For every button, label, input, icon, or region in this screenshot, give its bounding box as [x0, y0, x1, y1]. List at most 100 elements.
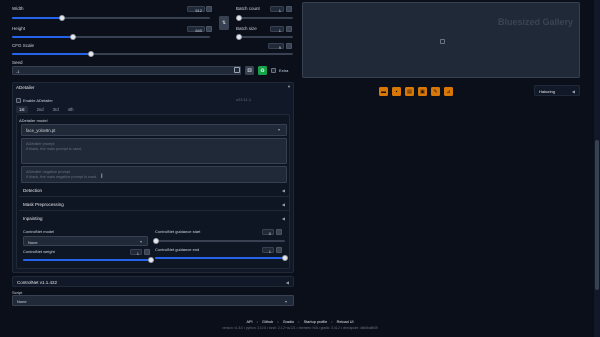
reuse-seed-button[interactable]: ♻ — [258, 66, 267, 75]
script-value: None — [17, 299, 27, 304]
send-to-img2img-button[interactable]: ▣ — [418, 87, 427, 96]
page-scrollbar[interactable] — [594, 0, 600, 337]
adetailer-title[interactable]: ADetailer — [16, 85, 35, 90]
adetailer-negative-prompt-field[interactable]: ADetailer negative prompt If blank, the … — [21, 166, 287, 183]
guidance-end-slider[interactable] — [155, 255, 288, 261]
controlnet-model-value: None — [28, 239, 38, 245]
footer-link-reload-ui[interactable]: Reload UI — [337, 320, 354, 324]
zip-button[interactable]: ▤ — [405, 87, 414, 96]
batch-count-slider-thumb[interactable] — [236, 15, 242, 21]
mask-preprocessing-accordion[interactable]: Mask Preprocessing ◀ — [19, 199, 289, 211]
batch-count-label: Batch count — [236, 6, 260, 11]
footer-link-api[interactable]: API — [246, 320, 252, 324]
inpainting-accordion[interactable]: Inpainting ◀ — [19, 213, 289, 225]
script-select[interactable]: None ▾ — [12, 295, 294, 306]
height-slider[interactable] — [12, 34, 210, 40]
guidance-start-number-input[interactable]: 0 — [262, 229, 274, 236]
recycle-seed-button[interactable]: ⚄ — [245, 66, 254, 75]
send-to-inpaint-button[interactable]: ✎ — [431, 87, 440, 96]
controlnet-weight-slider[interactable] — [23, 257, 154, 263]
batch-size-reset-button[interactable] — [286, 26, 292, 32]
width-slider[interactable] — [12, 15, 210, 21]
page-scrollbar-thumb[interactable] — [595, 140, 599, 290]
controlnet-weight-slider-fill — [23, 259, 151, 261]
cfg-scale-slider-thumb[interactable] — [87, 51, 94, 57]
detection-accordion[interactable]: Detection ◀ — [19, 185, 289, 197]
zip-icon: ▤ — [407, 88, 412, 95]
guidance-start-slider-thumb[interactable] — [153, 238, 159, 244]
text-cursor-icon: I — [101, 174, 103, 180]
adetailer-collapse-icon[interactable]: ▼ — [287, 84, 291, 89]
guidance-start-reset-button[interactable] — [276, 229, 282, 235]
width-reset-button[interactable] — [206, 6, 212, 12]
controlnet-weight-label: ControlNet weight — [23, 249, 55, 254]
output-gallery: Bluesized Gallery — [302, 2, 580, 78]
tab-2nd[interactable]: 2nd — [37, 106, 44, 113]
batch-count-number-input[interactable]: 1 — [270, 6, 284, 13]
controlnet-model-select[interactable]: None ▾ — [23, 236, 148, 246]
footer-separator: • — [256, 320, 258, 324]
swap-dimensions-button[interactable]: ⇅ — [219, 16, 229, 30]
guidance-end-number-input[interactable]: 1 — [262, 247, 274, 254]
extra-networks-label: Hakuring — [539, 89, 556, 94]
chevron-down-icon: ▾ — [284, 298, 287, 304]
guidance-end-slider-fill — [155, 257, 285, 259]
open-folder-button[interactable]: ▬ — [379, 87, 388, 96]
recycle-icon: ♻ — [260, 67, 265, 74]
image-placeholder-icon — [440, 39, 445, 44]
batch-count-slider[interactable] — [236, 15, 293, 21]
extra-label: Extra — [279, 68, 289, 73]
footer-link-github[interactable]: Github — [262, 320, 273, 324]
cfg-scale-label: CFG Scale — [12, 43, 35, 48]
seed-input-value: -1 — [16, 69, 20, 74]
footer-links: API • Github • Gradio • Startup profile … — [0, 320, 600, 324]
random-seed-button[interactable] — [234, 67, 240, 73]
save-icon: ▪ — [395, 88, 398, 95]
controlnet-accordion[interactable]: ControlNet v1.1.422 ◀ — [12, 276, 294, 287]
footer-link-startup-profile[interactable]: Startup profile — [304, 320, 328, 324]
controlnet-weight-number-input[interactable]: 1 — [130, 249, 142, 256]
batch-size-number-input[interactable]: 1 — [270, 26, 284, 33]
seed-input[interactable]: -1 — [12, 66, 241, 75]
cfg-scale-number-input[interactable]: 9 — [268, 43, 284, 50]
guidance-end-slider-thumb[interactable] — [282, 255, 288, 261]
guidance-end-label: ControlNet guidance end — [155, 247, 200, 252]
cfg-scale-slider[interactable] — [12, 51, 293, 57]
extra-checkbox[interactable] — [271, 68, 276, 73]
controlnet-weight-reset-button[interactable] — [144, 249, 150, 255]
send-to-extras-button[interactable]: ⊿ — [444, 87, 453, 96]
guidance-start-slider[interactable] — [153, 238, 285, 244]
guidance-end-reset-button[interactable] — [276, 247, 282, 253]
height-slider-thumb[interactable] — [70, 34, 77, 40]
extra-networks-accordion[interactable]: Hakuring ◀ — [534, 85, 580, 96]
enable-adetailer-checkbox[interactable] — [16, 98, 21, 103]
tab-1st[interactable]: 1st — [16, 106, 28, 113]
width-number-input[interactable]: 512 — [187, 6, 205, 13]
controlnet-title: ControlNet v1.1.422 — [17, 280, 58, 285]
controlnet-weight-slider-thumb[interactable] — [148, 257, 154, 263]
adetailer-model-select[interactable]: face_yolov8n.pt ▾ — [21, 124, 287, 136]
output-tool-buttons: ▬ ▪ ▤ ▣ ✎ ⊿ — [379, 87, 453, 96]
batch-size-label: Batch size — [236, 26, 257, 31]
cfg-scale-slider-fill — [12, 53, 91, 55]
width-slider-thumb[interactable] — [58, 15, 65, 21]
tab-4th[interactable]: 4th — [68, 106, 74, 113]
height-number-input[interactable]: 640 — [187, 26, 205, 33]
adetailer-prompt-placeholder: If blank, the main prompt is used. — [26, 147, 82, 151]
height-reset-button[interactable] — [206, 26, 212, 32]
adetailer-prompt-field[interactable]: ADetailer prompt If blank, the main prom… — [21, 138, 287, 164]
adetailer-prompt-label: ADetailer prompt — [26, 142, 55, 146]
chevron-down-icon: ▾ — [277, 127, 280, 132]
height-label: Height — [12, 26, 26, 31]
guidance-start-label: ControlNet guidance start — [155, 229, 201, 234]
footer-link-gradio[interactable]: Gradio — [283, 320, 294, 324]
batch-count-reset-button[interactable] — [286, 6, 292, 12]
brush-icon: ✎ — [433, 88, 438, 95]
batch-size-slider[interactable] — [236, 34, 293, 40]
cfg-scale-reset-button[interactable] — [286, 43, 292, 49]
adetailer-tabs: 1st 2nd 3rd 4th — [16, 106, 73, 113]
save-button[interactable]: ▪ — [392, 87, 401, 96]
footer-versions: version: v1.8.0 • python: 3.10.6 • torch… — [222, 326, 378, 330]
tab-3rd[interactable]: 3rd — [53, 106, 59, 113]
batch-size-slider-thumb[interactable] — [236, 34, 242, 40]
